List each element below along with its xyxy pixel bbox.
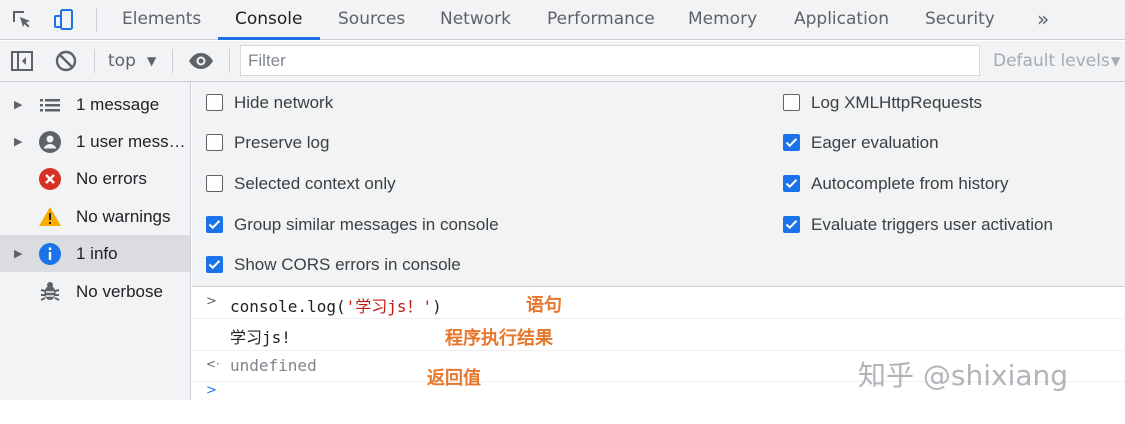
console-input-row: > console.log('学习js！'): [192, 288, 1125, 319]
annotation-return-value: 返回值: [427, 368, 481, 389]
console-toolbar: top ▼ Filter Default levels ▼: [0, 41, 1125, 82]
option-label: Selected context only: [234, 174, 396, 193]
checkbox-selected-context-only[interactable]: [206, 175, 223, 192]
sidebar-item-errors[interactable]: No errors: [0, 160, 190, 197]
tab-security[interactable]: Security: [925, 0, 995, 40]
levels-dropdown-arrow-icon[interactable]: ▼: [1111, 41, 1120, 81]
code-prefix: console.log(: [230, 297, 346, 316]
tab-console[interactable]: Console: [235, 0, 303, 40]
console-prompt-icon[interactable]: >: [206, 383, 217, 398]
sidebar-item-warnings[interactable]: No warnings: [0, 198, 190, 235]
option-label: Evaluate triggers user activation: [811, 215, 1053, 234]
tab-memory[interactable]: Memory: [688, 0, 757, 40]
context-dropdown-arrow-icon[interactable]: ▼: [147, 41, 156, 81]
option-label: Preserve log: [234, 133, 330, 152]
warning-icon: [38, 205, 62, 229]
sidebar-item-messages[interactable]: ▶ 1 message: [0, 86, 190, 123]
sidebar-item-verbose[interactable]: No verbose: [0, 273, 190, 310]
log-levels-dropdown[interactable]: Default levels: [993, 41, 1110, 81]
tab-application[interactable]: Application: [794, 0, 889, 40]
sidebar-item-label: 1 message: [76, 95, 160, 114]
return-arrow-icon: <·: [206, 357, 220, 371]
option-label: Hide network: [234, 93, 334, 112]
code-suffix: ): [432, 297, 442, 316]
option-label: Group similar messages in console: [234, 215, 499, 234]
console-settings-pane: Hide network Preserve log Selected conte…: [192, 82, 1125, 287]
sidebar-item-info[interactable]: ▶ 1 info: [0, 235, 190, 272]
checkbox-group-similar[interactable]: [206, 216, 223, 233]
expand-arrow-icon[interactable]: ▶: [14, 123, 22, 160]
checkbox-evaluate-user-activation[interactable]: [783, 216, 800, 233]
tab-performance[interactable]: Performance: [547, 0, 655, 40]
tab-network[interactable]: Network: [440, 0, 511, 40]
devtools-tabbar: Elements Console Sources Network Perform…: [0, 0, 1125, 40]
context-selector[interactable]: top: [108, 41, 136, 81]
inspect-element-icon[interactable]: [10, 8, 34, 32]
sidebar-toggle-icon[interactable]: [10, 49, 34, 73]
tab-sources[interactable]: Sources: [338, 0, 405, 40]
sidebar-item-label: No warnings: [76, 207, 171, 226]
annotation-result: 程序执行结果: [445, 328, 553, 349]
expand-arrow-icon[interactable]: ▶: [14, 86, 22, 123]
input-prompt-icon: >: [206, 294, 217, 309]
expand-arrow-icon[interactable]: ▶: [14, 235, 22, 272]
checkbox-hide-network[interactable]: [206, 94, 223, 111]
sidebar-item-label: 1 user mess…: [76, 132, 186, 151]
sidebar-item-label: No verbose: [76, 282, 163, 301]
bug-icon: [38, 280, 62, 304]
checkbox-eager-evaluation[interactable]: [783, 134, 800, 151]
user-icon: [38, 130, 62, 154]
sidebar-item-label: 1 info: [76, 244, 118, 263]
option-label: Show CORS errors in console: [234, 255, 461, 274]
console-log-row: 学习js!: [192, 319, 1125, 351]
device-toolbar-icon[interactable]: [52, 8, 76, 32]
checkbox-autocomplete-history[interactable]: [783, 175, 800, 192]
toolbar-divider-2: [172, 49, 173, 73]
option-label: Eager evaluation: [811, 133, 939, 152]
checkbox-preserve-log[interactable]: [206, 134, 223, 151]
sidebar-item-label: No errors: [76, 169, 147, 188]
console-sidebar: ▶ 1 message ▶ 1 user mess… No errors No …: [0, 82, 191, 400]
sidebar-item-user-messages[interactable]: ▶ 1 user mess…: [0, 123, 190, 160]
active-tab-indicator: [218, 37, 320, 40]
console-input-code: console.log('学习js！'): [230, 293, 442, 317]
bottom-blank-area: [0, 400, 1125, 424]
error-icon: [38, 167, 62, 191]
clear-console-icon[interactable]: [54, 49, 78, 73]
more-tabs-button[interactable]: »: [1037, 0, 1049, 40]
watermark: 知乎 @shixiang: [858, 359, 1069, 392]
tab-elements[interactable]: Elements: [122, 0, 201, 40]
filter-input[interactable]: Filter: [240, 45, 980, 76]
toolbar-divider-3: [229, 49, 230, 73]
checkbox-show-cors-errors[interactable]: [206, 256, 223, 273]
annotation-statement: 语句: [526, 295, 562, 316]
console-log-output: 学习js!: [230, 328, 291, 347]
list-icon: [38, 93, 62, 117]
info-icon: [38, 242, 62, 266]
tabbar-divider: [96, 8, 97, 32]
code-string: '学习js！': [345, 297, 433, 316]
console-return-value: undefined: [230, 356, 317, 375]
toolbar-divider: [94, 49, 95, 73]
live-expression-eye-icon[interactable]: [188, 49, 213, 73]
option-label: Autocomplete from history: [811, 174, 1009, 193]
checkbox-log-xmlhttprequests[interactable]: [783, 94, 800, 111]
option-label: Log XMLHttpRequests: [811, 93, 983, 112]
